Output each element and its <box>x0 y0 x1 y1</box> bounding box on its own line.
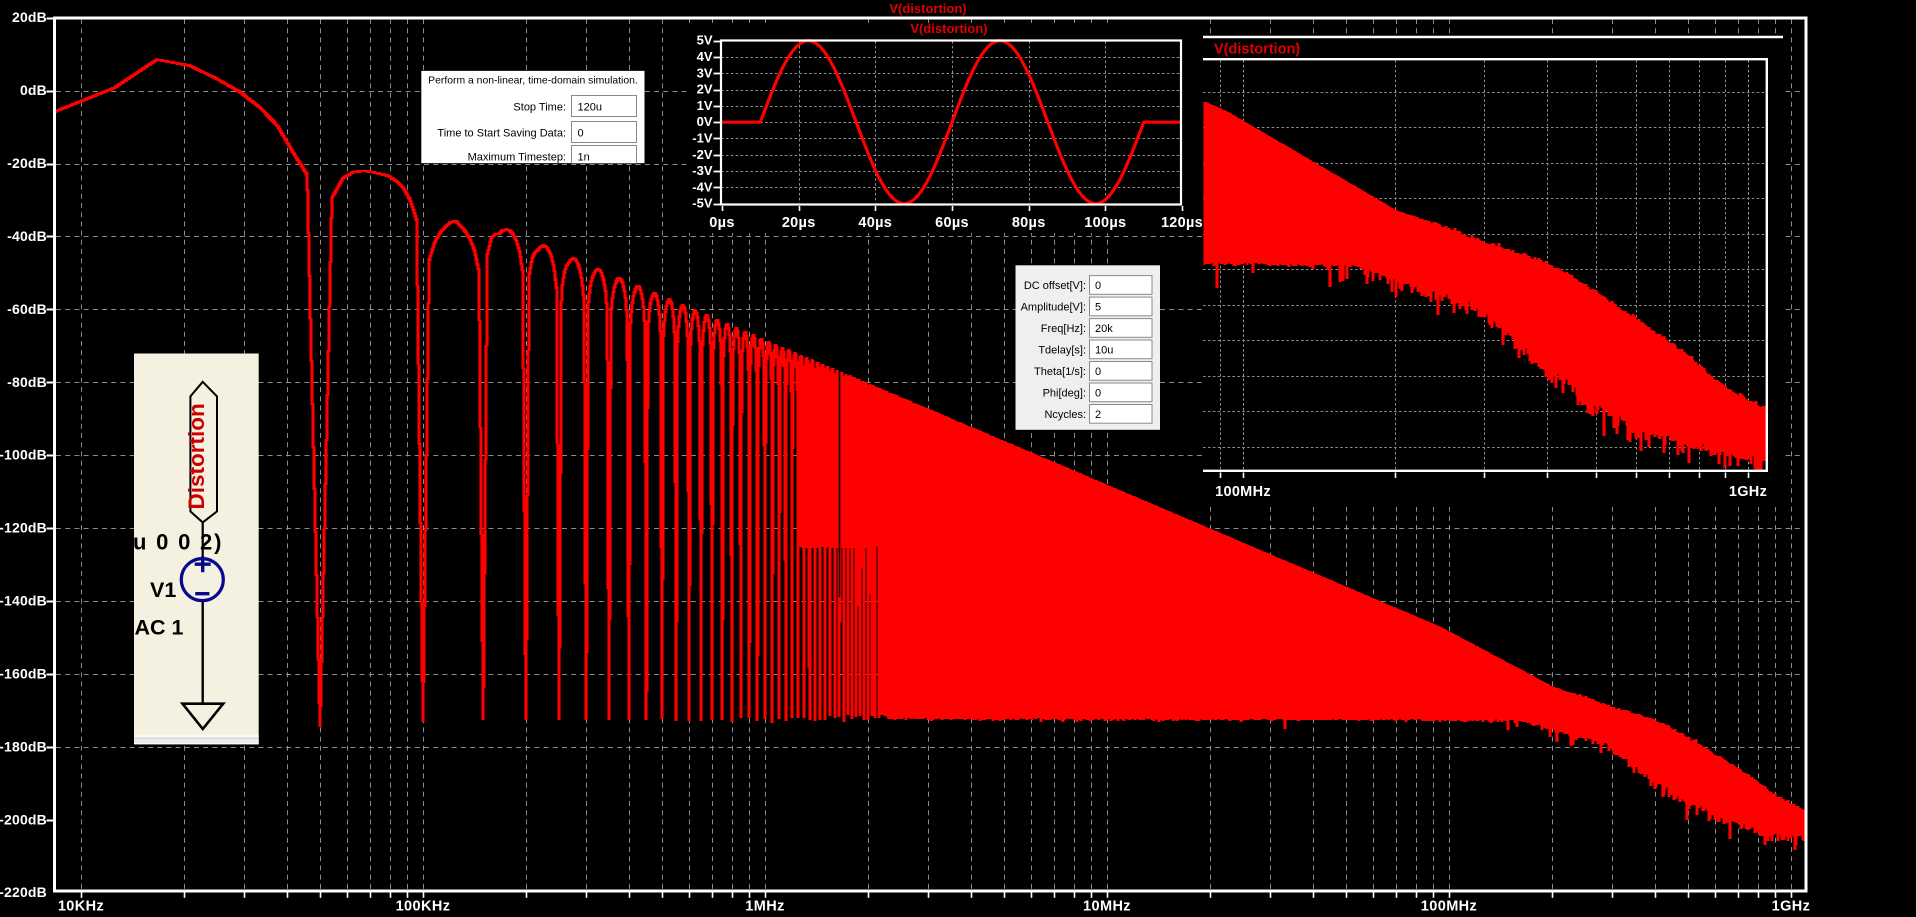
svg-text:1GHz: 1GHz <box>1729 484 1767 500</box>
svg-text:Freq[Hz]:: Freq[Hz]: <box>1041 323 1086 335</box>
svg-text:V(distortion): V(distortion) <box>1214 42 1300 58</box>
svg-text:-220dB: -220dB <box>0 884 47 900</box>
svg-text:V(distortion): V(distortion) <box>910 21 987 36</box>
svg-text:-160dB: -160dB <box>0 665 47 681</box>
svg-text:5V: 5V <box>697 33 713 48</box>
svg-text:5: 5 <box>1095 302 1101 314</box>
svg-text:100µs: 100µs <box>1084 215 1126 231</box>
svg-text:-120dB: -120dB <box>0 520 47 536</box>
svg-text:2V: 2V <box>697 82 713 97</box>
svg-text:DC offset[V]:: DC offset[V]: <box>1024 280 1086 292</box>
svg-text:120µs: 120µs <box>1161 215 1203 231</box>
svg-text:-3V: -3V <box>692 163 713 178</box>
svg-text:120u: 120u <box>578 102 602 114</box>
svg-text:Distortion: Distortion <box>184 403 209 509</box>
svg-text:10MHz: 10MHz <box>1083 899 1131 915</box>
svg-text:-40dB: -40dB <box>7 228 47 244</box>
svg-text:60µs: 60µs <box>935 215 969 231</box>
svg-text:-60dB: -60dB <box>7 301 47 317</box>
svg-text:Time to Start Saving Data:: Time to Start Saving Data: <box>437 128 566 140</box>
svg-text:2: 2 <box>1095 409 1101 421</box>
svg-text:20µs: 20µs <box>782 215 816 231</box>
svg-text:Amplitude[V]:: Amplitude[V]: <box>1021 302 1086 314</box>
svg-text:u 0 0 2): u 0 0 2) <box>133 530 223 555</box>
svg-text:-1V: -1V <box>692 130 713 145</box>
svg-text:10u: 10u <box>1095 345 1113 357</box>
svg-text:1GHz: 1GHz <box>1772 899 1811 915</box>
svg-text:0: 0 <box>1095 388 1101 400</box>
svg-text:Phi[deg]:: Phi[deg]: <box>1043 388 1086 400</box>
svg-text:Theta[1/s]:: Theta[1/s]: <box>1034 366 1086 378</box>
svg-text:0: 0 <box>578 128 584 140</box>
svg-text:10KHz: 10KHz <box>58 899 104 915</box>
svg-text:Ncycles:: Ncycles: <box>1044 409 1086 421</box>
svg-text:0dB: 0dB <box>20 82 47 98</box>
svg-text:20k: 20k <box>1095 323 1113 335</box>
svg-text:-4V: -4V <box>692 179 713 194</box>
svg-text:100MHz: 100MHz <box>1421 899 1477 915</box>
svg-text:Perform a non-linear, time-dom: Perform a non-linear, time-domain simula… <box>428 76 638 87</box>
svg-text:0: 0 <box>1095 280 1101 292</box>
svg-text:0: 0 <box>1095 366 1101 378</box>
svg-text:-2V: -2V <box>692 147 713 162</box>
svg-text:V1: V1 <box>150 578 176 602</box>
svg-text:-140dB: -140dB <box>0 593 47 609</box>
svg-text:V(distortion): V(distortion) <box>889 1 966 16</box>
svg-text:100KHz: 100KHz <box>396 899 451 915</box>
svg-text:-20dB: -20dB <box>7 155 47 171</box>
svg-text:-100dB: -100dB <box>0 447 47 463</box>
svg-text:4V: 4V <box>697 49 713 64</box>
svg-text:Maximum Timestep:: Maximum Timestep: <box>468 152 566 164</box>
svg-text:-5V: -5V <box>692 196 713 211</box>
svg-text:100MHz: 100MHz <box>1215 484 1271 500</box>
svg-text:AC 1: AC 1 <box>135 616 184 640</box>
svg-text:1MHz: 1MHz <box>745 899 784 915</box>
svg-text:-200dB: -200dB <box>0 811 47 827</box>
svg-text:1n: 1n <box>578 152 590 164</box>
svg-text:-180dB: -180dB <box>0 738 47 754</box>
svg-text:0V: 0V <box>697 114 713 129</box>
svg-text:1V: 1V <box>697 98 713 113</box>
svg-text:3V: 3V <box>697 65 713 80</box>
svg-text:20dB: 20dB <box>12 9 47 25</box>
svg-text:40µs: 40µs <box>858 215 892 231</box>
svg-text:Stop Time:: Stop Time: <box>513 102 566 114</box>
svg-text:0µs: 0µs <box>709 215 734 231</box>
svg-text:Tdelay[s]:: Tdelay[s]: <box>1038 345 1086 357</box>
svg-text:-80dB: -80dB <box>7 374 47 390</box>
svg-text:80µs: 80µs <box>1012 215 1046 231</box>
